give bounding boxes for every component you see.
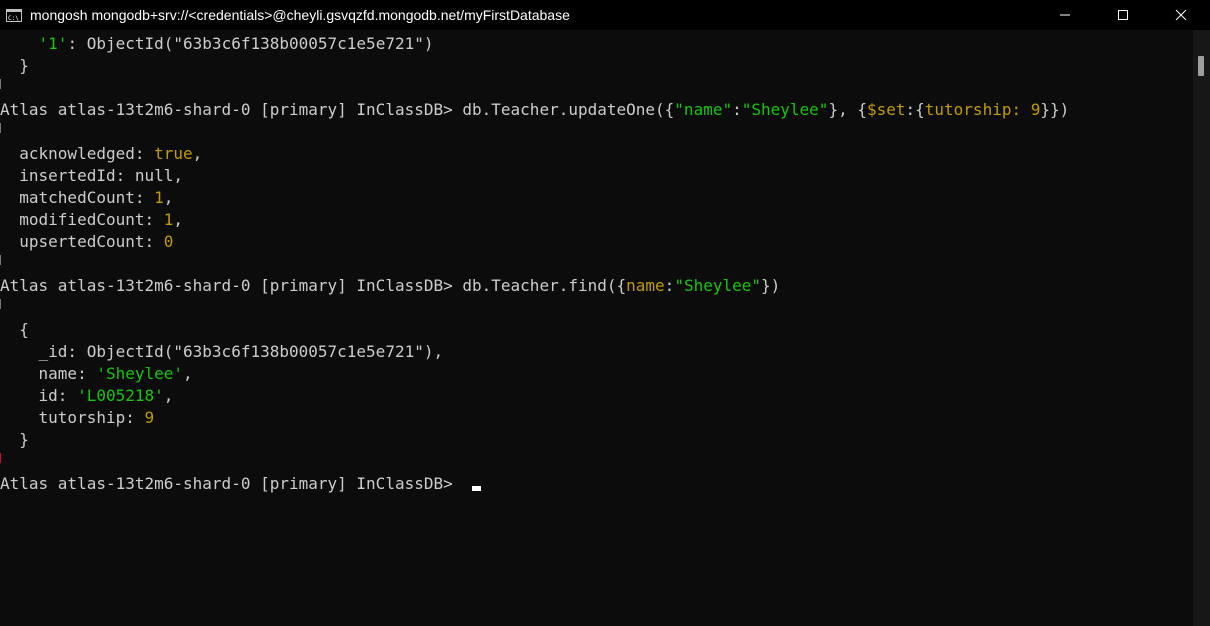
output-line: tutorship: 9 (0, 408, 155, 427)
terminal-window: C:\ mongosh mongodb+srv://<credentials>@… (0, 0, 1210, 626)
minimize-icon (1060, 14, 1070, 16)
prompt: Atlas atlas-13t2m6-shard-0 [primary] InC… (0, 474, 463, 493)
maximize-icon (1118, 10, 1128, 20)
window-controls (1036, 0, 1210, 30)
vertical-scrollbar[interactable] (1193, 30, 1210, 626)
command-line: Atlas atlas-13t2m6-shard-0 [primary] InC… (0, 276, 781, 295)
output-line: id: 'L005218', (0, 386, 174, 405)
output-line: } (0, 253, 10, 275)
output-line: modifiedCount: 1, (0, 210, 184, 229)
close-button[interactable] (1152, 0, 1210, 30)
text-cursor (472, 486, 482, 491)
output-line: } (0, 430, 29, 449)
output-line: { (0, 121, 10, 143)
title-bar[interactable]: C:\ mongosh mongodb+srv://<credentials>@… (0, 0, 1210, 30)
window-title: mongosh mongodb+srv://<credentials>@chey… (30, 7, 570, 23)
output-line: insertedId: null, (0, 166, 184, 185)
scrollbar-thumb[interactable] (1198, 56, 1204, 76)
output-line: upsertedCount: 0 (0, 232, 174, 251)
terminal-icon: C:\ (6, 8, 22, 22)
prompt-marker (0, 79, 1, 89)
close-icon (1175, 9, 1187, 21)
prompt: Atlas atlas-13t2m6-shard-0 [primary] InC… (0, 276, 463, 295)
output-line: ] (0, 451, 10, 473)
svg-text:C:\: C:\ (8, 15, 19, 22)
command-line: Atlas atlas-13t2m6-shard-0 [primary] InC… (0, 100, 1070, 119)
prompt: Atlas atlas-13t2m6-shard-0 [primary] InC… (0, 100, 463, 119)
minimize-button[interactable] (1036, 0, 1094, 30)
output-line: _id: ObjectId("63b3c6f138b00057c1e5e721"… (0, 342, 444, 361)
output-line: { (0, 320, 29, 339)
output-line: '1': ObjectId("63b3c6f138b00057c1e5e721"… (38, 34, 434, 53)
output-line: matchedCount: 1, (0, 188, 174, 207)
terminal-output[interactable]: '1': ObjectId("63b3c6f138b00057c1e5e721"… (0, 30, 1193, 626)
command-line[interactable]: Atlas atlas-13t2m6-shard-0 [primary] InC… (0, 473, 482, 495)
output-line: [ (0, 297, 10, 319)
maximize-button[interactable] (1094, 0, 1152, 30)
output-line: } (0, 56, 29, 75)
output-line: acknowledged: true, (0, 144, 203, 163)
output-line: name: 'Sheylee', (0, 364, 193, 383)
